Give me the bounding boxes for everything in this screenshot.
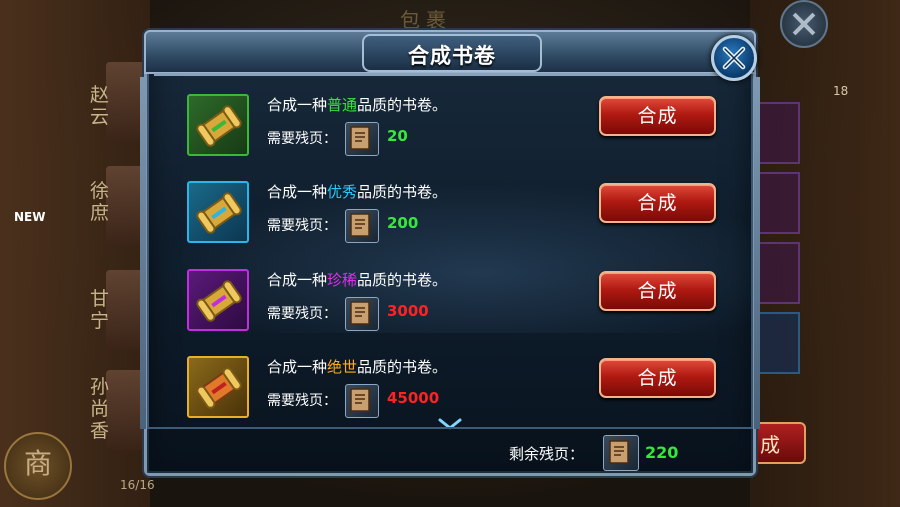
hero-name: 徐庶 [90,180,110,224]
new-badge: NEW [14,210,46,224]
item-card [754,172,800,234]
desc-suffix: 品质的书卷。 [357,183,448,201]
quality-label: 珍稀 [327,271,358,289]
dialog-footer: 剩余残页： 220 [147,427,753,473]
quality-label: 普通 [327,96,358,114]
row-description: 合成一种绝世品质的书卷。 [267,356,447,377]
book-page-icon [345,209,379,243]
row-description: 合成一种珍稀品质的书卷。 [267,269,447,290]
item-card [754,242,800,304]
dialog-title-bar: 合成书卷 [144,30,756,76]
row-description: 合成一种优秀品质的书卷。 [267,181,447,202]
row-description: 合成一种普通品质的书卷。 [267,94,447,115]
scroll-icon [187,94,249,156]
hero-name: 赵云 [90,84,110,128]
item-card [754,102,800,164]
top-count: 18 [833,84,849,98]
required-amount: 3000 [387,302,429,320]
close-icon [722,46,746,70]
desc-prefix: 合成一种 [267,271,328,289]
dialog-left-rail [140,77,146,429]
need-label: 需要残页： [267,218,337,234]
compose-row-rare: 合成一种珍稀品质的书卷。 需要残页： 3000 合成 [187,269,716,353]
compose-scroll-dialog: 合成书卷 合成一种普通品质的书卷。 需要残页： 20 合成 合成一种优秀品质的书… [140,30,760,476]
book-page-icon [345,384,379,418]
compose-button[interactable]: 合成 [599,183,716,223]
bag-close-icon [780,0,828,48]
bag-title: 包裹 [400,8,452,32]
book-page-icon [603,435,639,471]
need-label: 需要残页： [267,306,337,322]
desc-prefix: 合成一种 [267,96,328,114]
remaining-label: 剩余残页： [509,445,585,463]
desc-suffix: 品质的书卷。 [357,358,448,376]
compose-button[interactable]: 合成 [599,271,716,311]
dialog-title: 合成书卷 [408,44,496,68]
required-amount: 45000 [387,389,440,407]
hero-name: 孙尚香 [90,376,110,442]
required-amount: 20 [387,127,408,145]
scroll-icon [187,181,249,243]
book-page-icon [345,122,379,156]
dialog-right-rail [754,77,760,429]
compose-button[interactable]: 合成 [599,358,716,398]
required-amount: 200 [387,214,419,232]
desc-suffix: 品质的书卷。 [357,271,448,289]
close-button[interactable] [711,35,757,81]
title-plate: 合成书卷 [362,34,542,72]
desc-prefix: 合成一种 [267,358,328,376]
desc-suffix: 品质的书卷。 [357,96,448,114]
book-page-icon [345,297,379,331]
compose-row-common: 合成一种普通品质的书卷。 需要残页： 20 合成 [187,94,716,178]
scroll-icon [187,356,249,418]
compose-row-excellent: 合成一种优秀品质的书卷。 需要残页： 200 合成 [187,181,716,265]
scroll-icon [187,269,249,331]
hero-name: 甘宁 [90,288,110,332]
desc-prefix: 合成一种 [267,183,328,201]
item-card [754,312,800,374]
quality-label: 优秀 [327,183,358,201]
need-label: 需要残页： [267,393,337,409]
need-label: 需要残页： [267,131,337,147]
remaining-amount: 220 [645,443,679,462]
compose-button[interactable]: 合成 [599,96,716,136]
shop-button: 商 [4,432,72,500]
bag-count: 16/16 [120,478,155,492]
quality-label: 绝世 [327,358,358,376]
